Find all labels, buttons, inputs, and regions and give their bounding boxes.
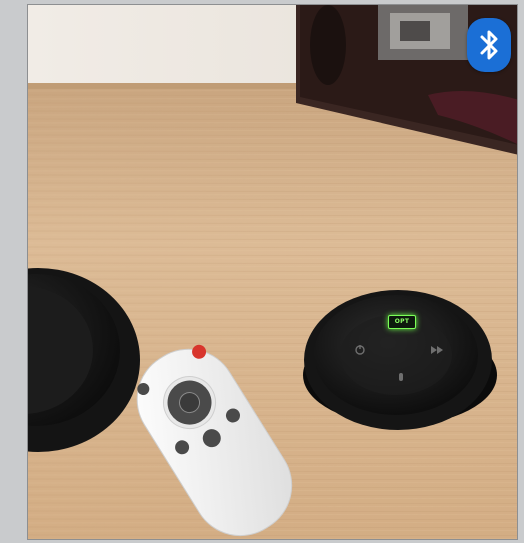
- bluetooth-icon: [480, 30, 498, 60]
- image-stage: OPT: [0, 0, 524, 543]
- photo-scene: [28, 5, 517, 539]
- bluetooth-badge: [467, 18, 511, 72]
- mode-led: OPT: [388, 315, 416, 329]
- microphone-icon: [399, 373, 403, 381]
- product-photo: OPT: [27, 4, 518, 540]
